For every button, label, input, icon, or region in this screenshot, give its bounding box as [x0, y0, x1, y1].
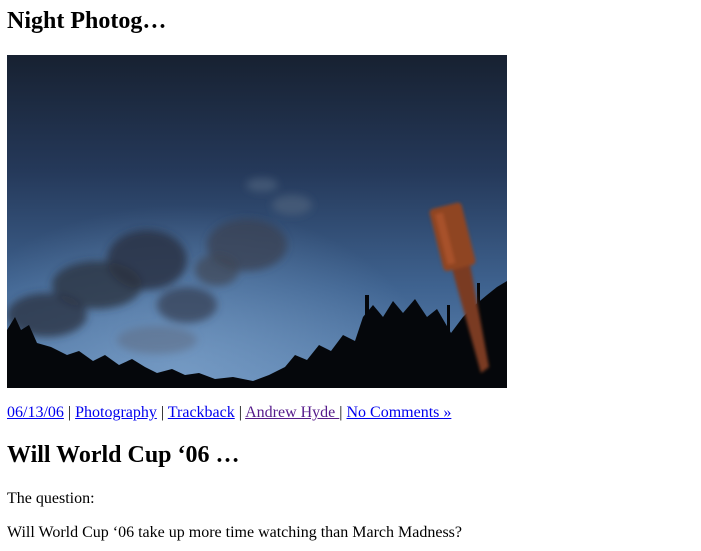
post-meta: 06/13/06 | Photography | Trackback | And… [7, 403, 451, 423]
author-link[interactable]: Andrew Hyde [245, 404, 339, 421]
post-title[interactable]: Night Photog… [7, 6, 166, 36]
post-paragraph: The question: [7, 490, 95, 507]
post-date-link[interactable]: 06/13/06 [7, 404, 64, 421]
night-photo [7, 55, 507, 388]
meta-separator: | [156, 404, 168, 421]
post-paragraph: Will World Cup ‘06 take up more time wat… [7, 524, 462, 541]
comments-link[interactable]: No Comments » [346, 404, 451, 421]
meta-separator: | [234, 404, 246, 421]
meta-separator: | [63, 404, 76, 421]
trackback-link[interactable]: Trackback [168, 404, 235, 421]
post-title[interactable]: Will World Cup ‘06 … [7, 440, 240, 470]
category-link[interactable]: Photography [75, 404, 157, 421]
